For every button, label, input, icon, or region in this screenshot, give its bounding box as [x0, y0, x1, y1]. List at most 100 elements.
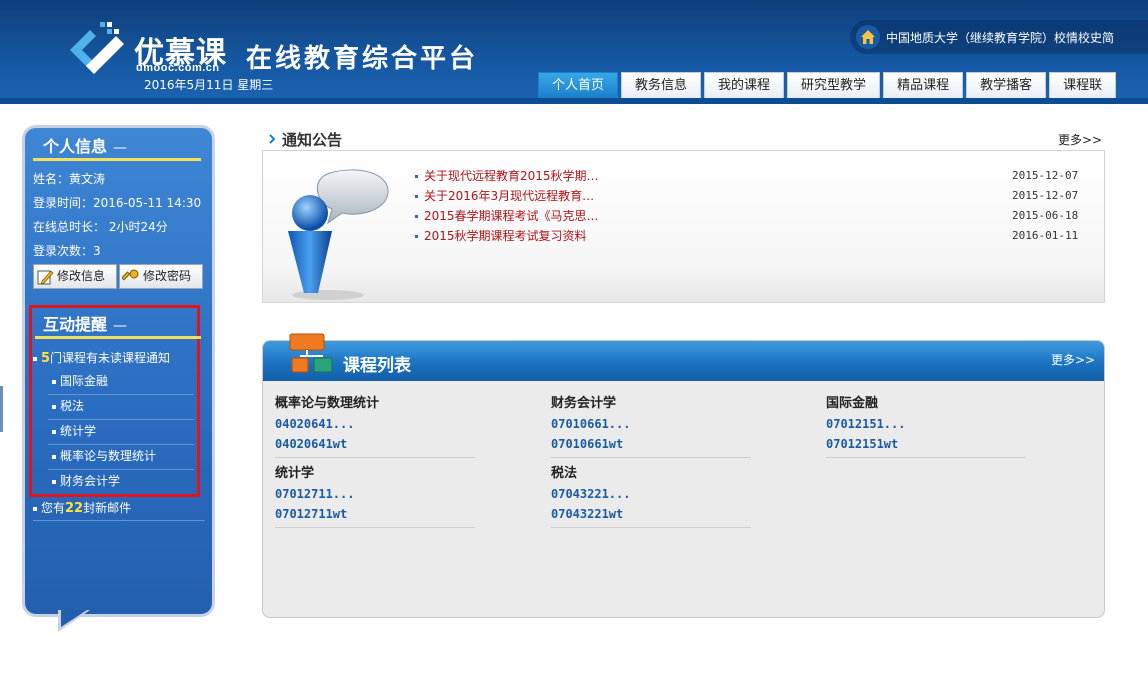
- course-code[interactable]: 07010661wt: [551, 434, 751, 454]
- course-name[interactable]: 财务会计学: [551, 394, 751, 414]
- bullet-icon: [33, 356, 37, 361]
- course-item[interactable]: 财务会计学 07010661... 07010661wt: [551, 394, 751, 458]
- umooc-logo-icon[interactable]: [66, 20, 128, 80]
- new-mail-notice[interactable]: 您有22封新邮件: [33, 500, 205, 521]
- course-more-link[interactable]: 更多>>: [1051, 351, 1095, 368]
- reminder-course-label: 国际金融: [60, 374, 109, 388]
- speech-figure-icon: [288, 169, 389, 300]
- notice-item[interactable]: 关于现代远程教育2015秋学期…: [415, 167, 615, 185]
- personal-info-title: 个人信息: [43, 137, 108, 156]
- personal-info-header: 个人信息 —: [33, 133, 201, 161]
- notice-item-title: 2015秋学期课程考试复习资料: [424, 229, 587, 243]
- personal-info-collapse[interactable]: —: [113, 140, 127, 156]
- reminder-course-item[interactable]: 税法: [48, 395, 194, 420]
- course-list-header: 课程列表 更多>>: [263, 341, 1104, 381]
- school-info-text[interactable]: 中国地质大学（继续教育学院）校情校史简: [886, 29, 1114, 46]
- mail-suffix: 封新邮件: [83, 501, 132, 515]
- left-edge-marker: [0, 386, 3, 432]
- course-name[interactable]: 国际金融: [826, 394, 1026, 414]
- notice-item-date: 2016-01-11: [1012, 229, 1079, 242]
- logo-domain: umooc.com.cn: [136, 62, 220, 74]
- notice-item[interactable]: 2015春学期课程考试《马克思…: [415, 207, 615, 225]
- course-name[interactable]: 税法: [551, 464, 751, 484]
- course-code[interactable]: 04020641...: [275, 414, 475, 434]
- notice-tab: 通知公告: [262, 127, 348, 151]
- unread-text: 门课程有未读课程通知: [50, 351, 171, 365]
- reminder-course-label: 概率论与数理统计: [60, 449, 157, 463]
- reminder-collapse[interactable]: —: [113, 318, 127, 334]
- course-code[interactable]: 07012711wt: [275, 504, 475, 524]
- nav-tab-teaching-podcast[interactable]: 教学播客: [966, 72, 1047, 98]
- nav-tab-research-teaching[interactable]: 研究型教学: [787, 72, 881, 98]
- header-date: 2016年5月11日 星期三: [144, 78, 274, 92]
- reminder-header: 互动提醒 —: [35, 311, 201, 339]
- school-info-bar[interactable]: 中国地质大学（继续教育学院）校情校史简: [850, 20, 1148, 54]
- notice-more-link[interactable]: 更多>>: [1058, 131, 1102, 148]
- home-icon[interactable]: [856, 25, 880, 49]
- key-icon: [122, 269, 139, 281]
- header-bottom-strip: [0, 98, 1148, 104]
- reminder-course-label: 财务会计学: [60, 474, 121, 488]
- mail-prefix: 您有: [41, 501, 66, 515]
- reminder-title: 互动提醒: [43, 315, 108, 334]
- bullet-icon: [415, 235, 418, 238]
- notice-item-date: 2015-12-07: [1012, 169, 1079, 182]
- bullet-icon: [52, 479, 56, 484]
- login-time: 登录时间：2016-05-11 14:30: [33, 196, 202, 210]
- bullet-icon: [52, 379, 56, 384]
- edit-info-label: 修改信息: [57, 269, 106, 283]
- course-item[interactable]: 统计学 07012711... 07012711wt: [275, 464, 475, 528]
- course-code[interactable]: 07012151...: [826, 414, 1026, 434]
- nav-tab-academic-info[interactable]: 教务信息: [621, 72, 702, 98]
- course-item[interactable]: 国际金融 07012151... 07012151wt: [826, 394, 1026, 458]
- course-code[interactable]: 07043221...: [551, 484, 751, 504]
- chevron-right-icon: [269, 134, 276, 144]
- user-name: 姓名：黄文涛: [33, 172, 106, 186]
- nav-tab-my-courses[interactable]: 我的课程: [704, 72, 785, 98]
- notice-title: 通知公告: [282, 130, 343, 149]
- reminder-course-item[interactable]: 概率论与数理统计: [48, 445, 194, 470]
- edit-password-button[interactable]: 修改密码: [119, 264, 203, 289]
- notice-item-date: 2015-06-18: [1012, 209, 1079, 222]
- course-name[interactable]: 概率论与数理统计: [275, 394, 475, 414]
- course-code[interactable]: 07043221wt: [551, 504, 751, 524]
- nav-tab-course-link[interactable]: 课程联: [1049, 72, 1117, 98]
- reminder-course-item[interactable]: 统计学: [48, 420, 194, 445]
- reminder-course-label: 税法: [60, 399, 85, 413]
- notice-item-date: 2015-12-07: [1012, 189, 1079, 202]
- bullet-icon: [415, 195, 418, 198]
- notice-item-title: 关于2016年3月现代远程教育…: [424, 189, 595, 203]
- bullet-icon: [52, 454, 56, 459]
- bullet-icon: [52, 404, 56, 409]
- reminder-course-label: 统计学: [60, 424, 97, 438]
- course-list-title: 课程列表: [343, 356, 411, 376]
- course-code[interactable]: 07012711...: [275, 484, 475, 504]
- course-name[interactable]: 统计学: [275, 464, 475, 484]
- notice-item[interactable]: 2015秋学期课程考试复习资料: [415, 227, 615, 245]
- reminder-course-item[interactable]: 国际金融: [48, 370, 194, 395]
- bullet-icon: [415, 215, 418, 218]
- reminder-course-item[interactable]: 财务会计学: [48, 470, 194, 495]
- notice-item[interactable]: 关于2016年3月现代远程教育…: [415, 187, 615, 205]
- bullet-icon: [415, 175, 418, 178]
- course-code[interactable]: 04020641wt: [275, 434, 475, 454]
- course-code[interactable]: 07010661...: [551, 414, 751, 434]
- nav-tab-home[interactable]: 个人首页: [538, 72, 619, 98]
- main-nav: 个人首页 教务信息 我的课程 研究型教学 精品课程 教学播客 课程联: [538, 72, 1119, 98]
- login-count: 登录次数：3: [33, 244, 101, 258]
- course-item[interactable]: 税法 07043221... 07043221wt: [551, 464, 751, 528]
- edit-password-label: 修改密码: [143, 269, 192, 283]
- bullet-icon: [33, 506, 37, 511]
- notice-item-title: 关于现代远程教育2015秋学期…: [424, 169, 599, 183]
- bullet-icon: [52, 429, 56, 434]
- pencil-icon: [37, 270, 54, 284]
- mail-count: 22: [65, 501, 84, 516]
- course-code[interactable]: 07012151wt: [826, 434, 1026, 454]
- course-item[interactable]: 概率论与数理统计 04020641... 04020641wt: [275, 394, 475, 458]
- edit-info-button[interactable]: 修改信息: [33, 264, 117, 289]
- notice-item-title: 2015春学期课程考试《马克思…: [424, 209, 599, 223]
- flowchart-icon: [289, 333, 333, 373]
- unread-course-notice[interactable]: 5门课程有未读课程通知: [33, 350, 205, 370]
- nav-tab-quality-courses[interactable]: 精品课程: [883, 72, 964, 98]
- sidebar-tail-inner: [61, 610, 87, 627]
